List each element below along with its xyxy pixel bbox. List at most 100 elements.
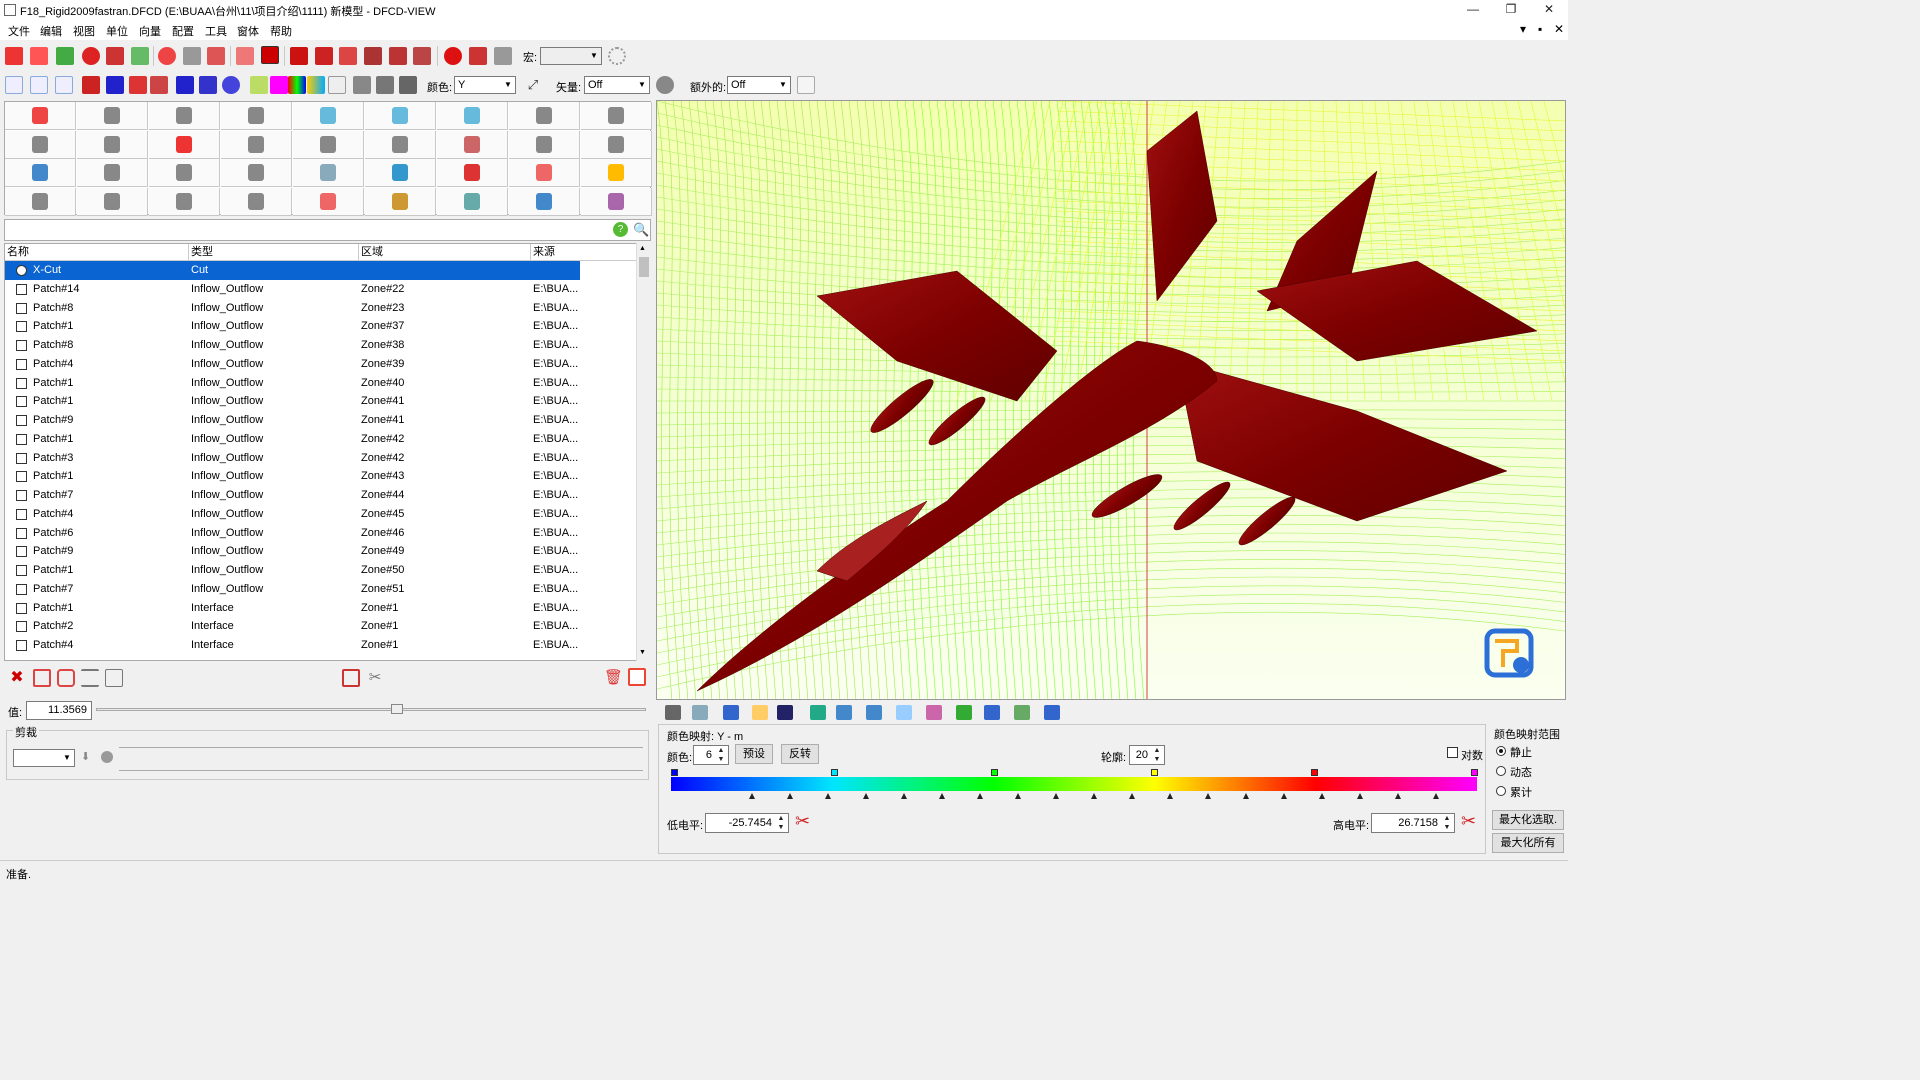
patch-checkbox[interactable]	[16, 340, 27, 351]
contour-level-marker[interactable]	[901, 793, 907, 799]
palette-button-mountain[interactable]	[581, 130, 652, 159]
dots-icon[interactable]	[777, 705, 793, 720]
palette-button-blocks[interactable]	[365, 130, 436, 159]
hist-icon[interactable]	[353, 76, 371, 94]
sky-icon[interactable]	[896, 705, 912, 720]
light-icon[interactable]	[752, 705, 768, 720]
palette-button-image[interactable]	[293, 159, 364, 187]
restore-button[interactable]: ❐	[1496, 2, 1526, 18]
patch-checkbox[interactable]	[16, 527, 27, 539]
reverse-button[interactable]: 反转	[781, 744, 819, 764]
reset-low-icon[interactable]: ✂	[795, 811, 810, 832]
contour-level-marker[interactable]	[1433, 793, 1439, 799]
palette-button-report[interactable]	[149, 159, 220, 187]
palette-button-isosurface[interactable]	[509, 130, 580, 159]
table-row[interactable]: Patch#9 Inflow_Outflow Zone#41 E:\BUA...	[5, 411, 580, 430]
color-control-point[interactable]	[991, 769, 998, 776]
render-canvas[interactable]	[657, 101, 1566, 700]
palette-button-slab[interactable]	[581, 102, 652, 130]
colors-spinner[interactable]: 6 ▲ ▼	[693, 745, 729, 765]
contour-level-marker[interactable]	[1053, 793, 1059, 799]
flood-icon[interactable]	[250, 76, 268, 94]
contour-level-marker[interactable]	[863, 793, 869, 799]
patch-checkbox[interactable]	[16, 377, 27, 389]
view-back-icon[interactable]	[315, 47, 333, 65]
value-slider-track[interactable]	[96, 708, 646, 711]
palette-button-box-open[interactable]	[149, 187, 220, 216]
table-row[interactable]: Patch#1 Interface Zone#1 E:\BUA...	[5, 599, 580, 618]
close-button[interactable]: ✕	[1534, 2, 1564, 18]
table-row[interactable]: Patch#4 Inflow_Outflow Zone#39 E:\BUA...	[5, 355, 580, 374]
view-left-icon[interactable]	[339, 47, 357, 65]
menu-tools[interactable]: 工具	[205, 23, 227, 39]
palette-button-slice[interactable]	[509, 102, 580, 130]
patch-checkbox[interactable]	[16, 415, 27, 426]
contour-level-marker[interactable]	[825, 793, 831, 799]
palette-button-target[interactable]	[149, 130, 220, 159]
table-view-icon[interactable]	[105, 669, 123, 687]
plane-icon[interactable]	[836, 705, 852, 720]
contour-level-marker[interactable]	[1167, 793, 1173, 799]
export-icon[interactable]	[131, 47, 149, 65]
color-control-point[interactable]	[1151, 769, 1158, 776]
grid-icon[interactable]	[150, 76, 168, 94]
cut-icon[interactable]: ✂	[366, 669, 384, 687]
scroll-up-icon[interactable]: ▲	[639, 245, 646, 252]
max-selection-button[interactable]: 最大化选取.	[1492, 810, 1564, 830]
cube-icon[interactable]	[236, 47, 254, 65]
column-zone[interactable]: 区域	[359, 244, 531, 261]
low-level-field[interactable]: -25.7454 ▲ ▼	[705, 813, 789, 833]
chart-icon[interactable]	[628, 668, 646, 686]
palette-button-line-plot[interactable]	[77, 159, 148, 187]
patch-checkbox[interactable]	[16, 583, 27, 595]
new-icon[interactable]	[5, 47, 23, 65]
table-row[interactable]: Patch#7 Inflow_Outflow Zone#51 E:\BUA...	[5, 580, 580, 599]
copy-object-icon[interactable]	[57, 669, 75, 687]
palette-button-edit[interactable]	[581, 187, 652, 216]
patch-checkbox[interactable]	[16, 546, 27, 558]
palette-button-probe-line[interactable]	[509, 187, 580, 216]
palette-button-toolbox[interactable]	[221, 187, 292, 216]
gradient-icon[interactable]	[307, 76, 325, 94]
spinner-arrows-icon[interactable]: ▲ ▼	[715, 746, 727, 764]
palette-button-pencil-grid[interactable]	[437, 130, 508, 159]
stop-icon[interactable]	[82, 47, 100, 65]
patch-checkbox[interactable]	[16, 321, 27, 333]
table-row[interactable]: Patch#1 Inflow_Outflow Zone#40 E:\BUA...	[5, 374, 580, 393]
palette-button-cube-k[interactable]	[437, 102, 508, 130]
table-scrollbar[interactable]: ▲ ▼	[636, 243, 651, 661]
table-row[interactable]: Patch#4 Interface Zone#1 E:\BUA...	[5, 636, 580, 655]
patch-checkbox[interactable]	[16, 358, 27, 370]
palette-button-ellipse[interactable]	[437, 187, 508, 216]
scroll-down-icon[interactable]: ▼	[639, 649, 646, 656]
open-icon[interactable]	[30, 47, 48, 65]
palette-button-probe-k[interactable]	[221, 102, 292, 130]
snapshot-icon[interactable]	[665, 705, 681, 720]
contour-level-marker[interactable]	[787, 793, 793, 799]
patch-checkbox[interactable]	[16, 640, 27, 651]
color-control-point[interactable]	[671, 769, 678, 776]
contour-level-marker[interactable]	[1281, 793, 1287, 799]
patch-checkbox[interactable]	[16, 433, 27, 445]
probe-line-icon[interactable]	[30, 76, 48, 94]
palette-button-cube-i[interactable]	[293, 102, 364, 130]
contour-level-marker[interactable]	[1243, 793, 1249, 799]
vector-select[interactable]: Off ▼	[584, 76, 650, 94]
spinner-arrows-icon[interactable]: ▲ ▼	[775, 814, 787, 832]
patch-checkbox[interactable]	[16, 302, 27, 314]
search-icon[interactable]: 🔍	[633, 222, 649, 237]
patch-checkbox[interactable]	[16, 283, 27, 295]
extra-select[interactable]: Off ▼	[727, 76, 791, 94]
palette-button-ruler[interactable]	[77, 102, 148, 130]
table-row[interactable]: Patch#6 Inflow_Outflow Zone#46 E:\BUA...	[5, 524, 580, 543]
table-row[interactable]: Patch#14 Inflow_Outflow Zone#22 E:\BUA...	[5, 280, 580, 299]
menu-config[interactable]: 配置	[172, 23, 194, 39]
contour-spinner[interactable]: 20 ▲ ▼	[1129, 745, 1165, 765]
contour-level-marker[interactable]	[939, 793, 945, 799]
palette-button-book[interactable]	[293, 130, 364, 159]
window-icon[interactable]	[984, 705, 1000, 720]
table-row[interactable]: X-Cut Cut	[5, 261, 580, 280]
column-type[interactable]: 类型	[189, 244, 359, 261]
contour-level-marker[interactable]	[1091, 793, 1097, 799]
table-row[interactable]: Patch#1 Inflow_Outflow Zone#42 E:\BUA...	[5, 430, 580, 449]
